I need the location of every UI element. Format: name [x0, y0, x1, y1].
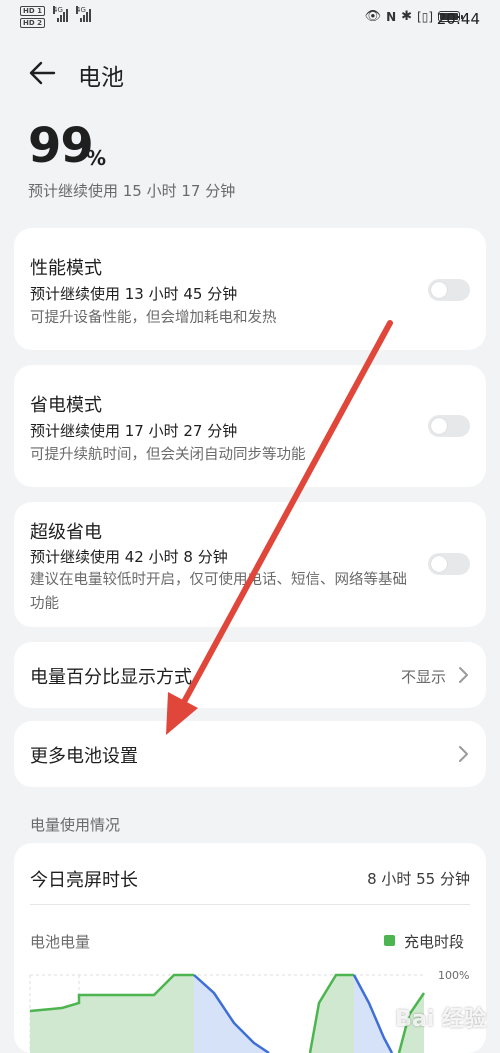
mode-title: 省电模式 — [30, 395, 102, 416]
more-battery-settings-label: 更多电池设置 — [30, 746, 138, 767]
mode-title: 性能模式 — [30, 258, 102, 279]
signal-2-icon: 4G — [75, 6, 91, 22]
signal-1-icon: 4G — [52, 6, 68, 22]
mode-desc: 可提升续航时间，但会关闭自动同步等功能 — [30, 447, 306, 463]
mode-desc: 建议在电量较低时开启，仅可使用电话、短信、网络等基础功能 — [30, 572, 407, 612]
percent-display-row[interactable]: 电量百分比显示方式 不显示 — [14, 642, 486, 708]
mode-subtitle: 预计继续使用 17 小时 27 分钟 — [30, 422, 238, 440]
power-saving-mode-card: 省电模式 预计继续使用 17 小时 27 分钟 可提升续航时间，但会关闭自动同步… — [14, 365, 486, 487]
power-saving-mode-toggle[interactable] — [428, 415, 470, 437]
usage-section-title: 电量使用情况 — [30, 816, 121, 834]
mode-desc: 可提升设备性能，但会增加耗电和发热 — [30, 310, 277, 326]
ultra-power-saving-toggle[interactable] — [428, 553, 470, 575]
back-arrow-icon[interactable] — [28, 60, 56, 86]
hd2-badge: HD 2 — [20, 18, 45, 28]
nfc-icon: N — [386, 9, 397, 24]
battery-estimate: 预计继续使用 15 小时 17 分钟 — [28, 182, 236, 200]
battery-percent: 99 — [28, 118, 94, 174]
status-left: HD 1 HD 2 4G 4G — [20, 6, 91, 28]
bluetooth-icon: ✱ — [401, 9, 413, 24]
percent-display-label: 电量百分比显示方式 — [30, 667, 192, 688]
eye-icon: 👁 — [364, 9, 382, 24]
mode-subtitle: 预计继续使用 42 小时 8 分钟 — [30, 548, 228, 566]
chevron-right-icon — [459, 746, 468, 762]
status-bar: HD 1 HD 2 4G 4G 👁 N ✱ [▯] 20:44 — [0, 0, 500, 40]
percent-display-value: 不显示 — [400, 668, 446, 686]
battery-percent-sign: % — [86, 146, 107, 170]
clock: 20:44 — [436, 10, 480, 28]
hd1-badge: HD 1 — [20, 6, 45, 16]
performance-mode-toggle[interactable] — [428, 279, 470, 301]
vibrate-icon: [▯] — [417, 9, 433, 24]
watermark: Bai 经验 — [395, 1007, 486, 1032]
chevron-right-icon — [459, 667, 468, 683]
mode-title: 超级省电 — [30, 522, 102, 543]
more-battery-settings-row[interactable]: 更多电池设置 — [14, 721, 486, 787]
charge-area-1 — [30, 975, 194, 1053]
ultra-power-saving-card: 超级省电 预计继续使用 42 小时 8 分钟 建议在电量较低时开启，仅可使用电话… — [14, 502, 486, 627]
performance-mode-card: 性能模式 预计继续使用 13 小时 45 分钟 可提升设备性能，但会增加耗电和发… — [14, 228, 486, 350]
mode-subtitle: 预计继续使用 13 小时 45 分钟 — [30, 285, 238, 303]
page-title: 电池 — [78, 65, 124, 91]
